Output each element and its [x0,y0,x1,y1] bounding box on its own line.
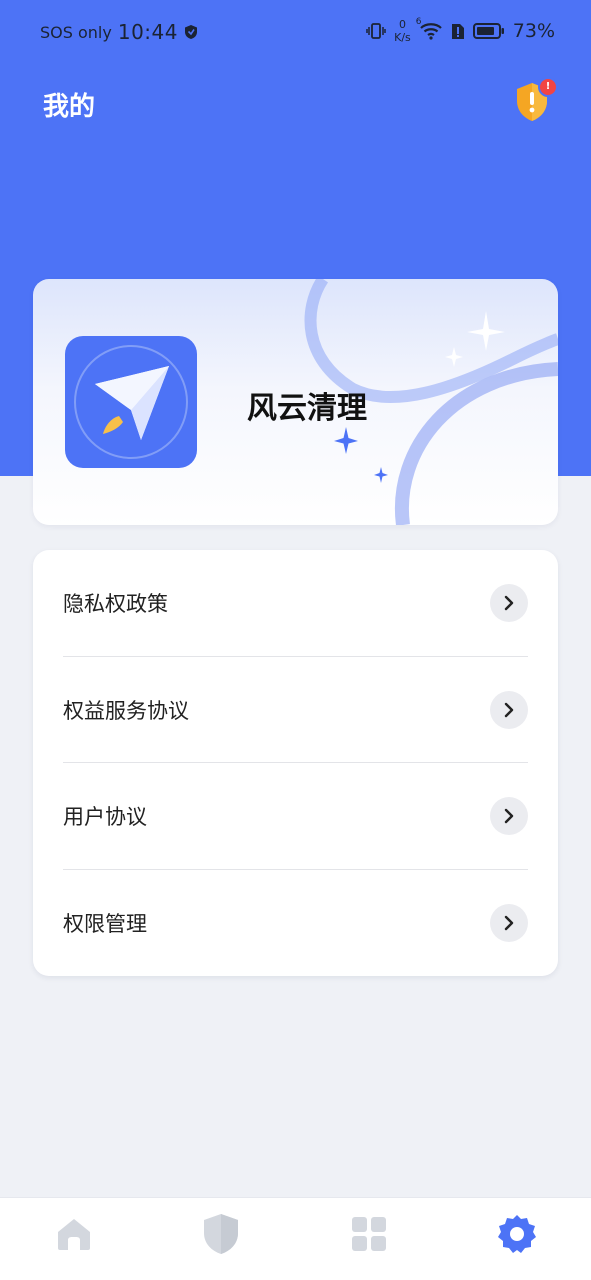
clock: 10:44 [117,20,178,44]
bottom-nav [0,1197,591,1280]
menu-item-label: 隐私权政策 [63,592,168,616]
speed-unit: K/s [394,31,411,44]
menu-item-label: 权限管理 [63,912,147,936]
menu-item-privacy-policy[interactable]: 隐私权政策 [63,550,528,656]
nav-home[interactable] [50,1212,98,1260]
page-title: 我的 [43,92,96,122]
wifi-badge: 6 [415,17,422,27]
shield-icon [201,1212,241,1260]
menu-item-rights-agreement[interactable]: 权益服务协议 [63,657,528,763]
battery-percent: 73% [512,20,555,42]
menu-item-permission-management[interactable]: 权限管理 [63,870,528,976]
vpn-shield-icon [184,24,198,40]
home-icon [54,1214,94,1258]
wifi-icon: 6 [416,17,443,41]
nav-security[interactable] [197,1212,245,1260]
chevron-right-icon [490,797,528,835]
status-bar-left: SOS only 10:44 [40,20,198,44]
settings-menu: 隐私权政策 权益服务协议 用户协议 权限管理 [33,550,558,976]
network-status: SOS only [40,22,112,42]
nav-tools[interactable] [345,1212,393,1260]
apps-grid-icon [349,1214,389,1258]
status-bar-right: 0 K/s 6 73% [366,17,555,44]
menu-item-user-agreement[interactable]: 用户协议 [63,763,528,869]
status-bar: SOS only 10:44 0 K/s 6 73% [0,0,591,66]
menu-item-label: 用户协议 [63,805,147,829]
nav-settings[interactable] [493,1212,541,1260]
network-speed: 0 K/s [394,18,411,44]
vibrate-icon [366,21,386,41]
menu-item-label: 权益服务协议 [63,699,189,723]
chevron-right-icon [490,904,528,942]
notification-badge: ! [538,77,558,97]
chevron-right-icon [490,584,528,622]
paper-plane-icon [74,345,188,459]
speed-value: 0 [398,18,406,31]
sim-alert-icon [451,22,465,40]
app-info-card: 风云清理 [33,279,558,525]
alert-shield-icon [512,83,552,128]
settings-gear-icon [496,1213,538,1259]
app-logo [65,336,197,468]
chevron-right-icon [490,691,528,729]
battery-icon [472,22,505,40]
app-name: 风云清理 [247,391,367,426]
